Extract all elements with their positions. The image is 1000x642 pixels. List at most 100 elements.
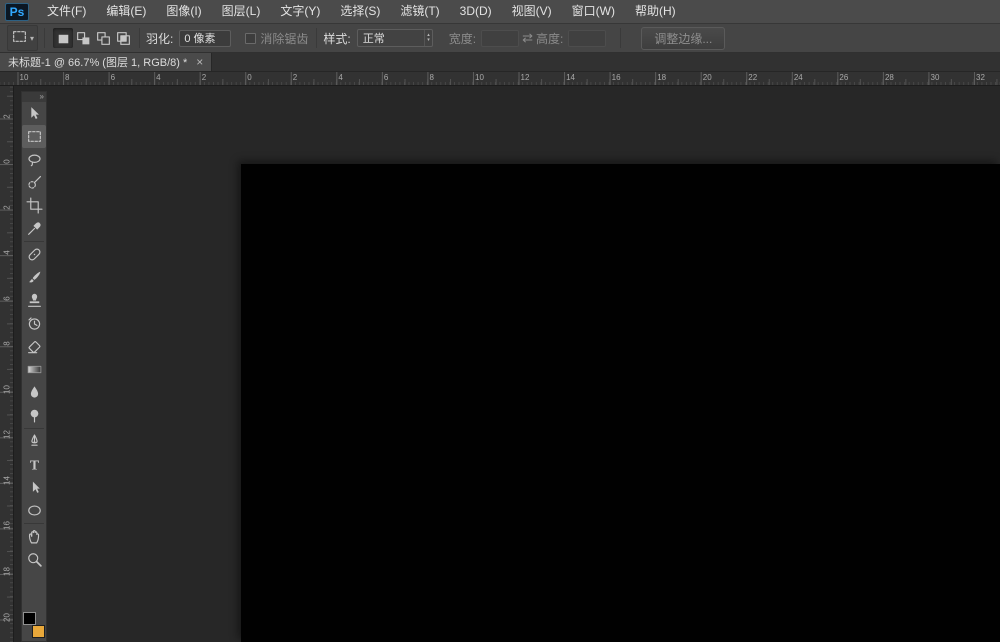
move-tool[interactable] — [22, 102, 46, 125]
divider — [620, 28, 621, 48]
stepper-icon[interactable]: ▴▾ — [424, 30, 432, 46]
vruler-label: 20 — [3, 609, 12, 625]
svg-text:T: T — [29, 457, 38, 472]
hruler-label: 24 — [794, 73, 803, 82]
document-tab-bar: 未标题-1 @ 66.7% (图层 1, RGB/8) * × — [0, 53, 1000, 72]
lasso-tool[interactable] — [22, 148, 46, 171]
options-bar: ▾ 羽化: 0 像素 消除锯齿 样式: 正常 ▴▾ 宽度: ⇄ 高度: 调整边缘… — [0, 24, 1000, 53]
vruler-label: 0 — [3, 154, 12, 170]
document-title: 未标题-1 @ 66.7% (图层 1, RGB/8) * — [8, 54, 187, 70]
marquee-tool-icon — [11, 28, 28, 48]
hruler-label: 16 — [612, 73, 621, 82]
menu-item-8[interactable]: 视图(V) — [502, 0, 562, 23]
vruler-label: 8 — [3, 336, 12, 352]
menu-bar: Ps 文件(F)编辑(E)图像(I)图层(L)文字(Y)选择(S)滤镜(T)3D… — [0, 0, 1000, 24]
vruler-label: 6 — [3, 290, 12, 306]
vruler-label: 4 — [3, 245, 12, 261]
refine-edge-button[interactable]: 调整边缘... — [641, 27, 725, 50]
gradient-tool[interactable] — [22, 358, 46, 381]
color-swatches — [23, 611, 45, 638]
menu-items: 文件(F)编辑(E)图像(I)图层(L)文字(Y)选择(S)滤镜(T)3D(D)… — [37, 0, 686, 23]
menu-item-0[interactable]: 文件(F) — [37, 0, 96, 23]
hruler-label: 0 — [247, 73, 251, 82]
hand-tool[interactable] — [22, 525, 46, 548]
hruler-label: 8 — [429, 73, 433, 82]
divider — [316, 28, 317, 48]
hruler-label: 6 — [384, 73, 388, 82]
hruler-label: 8 — [65, 73, 69, 82]
document-tab[interactable]: 未标题-1 @ 66.7% (图层 1, RGB/8) * × — [0, 53, 212, 71]
tab-close-icon[interactable]: × — [196, 57, 203, 68]
history-brush-tool[interactable] — [22, 312, 46, 335]
menu-item-5[interactable]: 选择(S) — [330, 0, 390, 23]
hruler-label: 14 — [566, 73, 575, 82]
ellipse-tool[interactable] — [22, 499, 46, 522]
vruler-label: 16 — [3, 518, 12, 534]
tools-panel: » T — [21, 91, 47, 642]
zoom-tool[interactable] — [22, 548, 46, 571]
toolbar-separator — [24, 241, 44, 242]
blur-tool[interactable] — [22, 381, 46, 404]
new-selection-button[interactable] — [53, 28, 73, 48]
style-dropdown[interactable]: 正常 ▴▾ — [357, 29, 433, 47]
menu-item-3[interactable]: 图层(L) — [212, 0, 271, 23]
height-label: 高度: — [536, 30, 563, 47]
hruler-label: 4 — [156, 73, 160, 82]
pen-tool[interactable] — [22, 430, 46, 453]
add-selection-button[interactable] — [73, 28, 93, 48]
spot-healing-brush-tool[interactable] — [22, 243, 46, 266]
collapse-toolbar-button[interactable]: » — [22, 92, 46, 102]
feather-input[interactable]: 0 像素 — [179, 30, 231, 47]
hruler-label: 2 — [202, 73, 206, 82]
eraser-tool[interactable] — [22, 335, 46, 358]
quick-selection-tool[interactable] — [22, 171, 46, 194]
dodge-tool[interactable] — [22, 404, 46, 427]
subtract-selection-button[interactable] — [93, 28, 113, 48]
eyedropper-tool[interactable] — [22, 217, 46, 240]
divider — [139, 28, 140, 48]
intersect-selection-button[interactable] — [113, 28, 133, 48]
antialias-checkbox[interactable] — [245, 33, 256, 44]
menu-item-2[interactable]: 图像(I) — [156, 0, 211, 23]
menu-item-4[interactable]: 文字(Y) — [270, 0, 330, 23]
rectangular-marquee-tool[interactable] — [22, 125, 46, 148]
tool-list: T — [22, 102, 46, 571]
style-value: 正常 — [363, 30, 385, 46]
crop-tool[interactable] — [22, 194, 46, 217]
clone-stamp-tool[interactable] — [22, 289, 46, 312]
hruler-label: 2 — [293, 73, 297, 82]
menu-item-9[interactable]: 窗口(W) — [562, 0, 625, 23]
foreground-color-swatch[interactable] — [23, 612, 36, 625]
divider — [44, 28, 45, 48]
horizontal-ruler[interactable]: 10864202468101214161820222426283032 — [0, 72, 1000, 86]
menu-item-10[interactable]: 帮助(H) — [625, 0, 686, 23]
app-window: Ps 文件(F)编辑(E)图像(I)图层(L)文字(Y)选择(S)滤镜(T)3D… — [0, 0, 1000, 642]
brush-tool[interactable] — [22, 266, 46, 289]
canvas-document[interactable] — [241, 164, 1000, 642]
toolbar-separator — [24, 523, 44, 524]
background-color-swatch[interactable] — [32, 625, 45, 638]
vertical-ruler[interactable]: 202468101214161820 — [0, 86, 14, 642]
tool-preset-dropdown[interactable]: ▾ — [7, 25, 38, 51]
photoshop-logo: Ps — [5, 3, 29, 21]
width-label: 宽度: — [449, 30, 476, 47]
menu-item-6[interactable]: 滤镜(T) — [390, 0, 449, 23]
hruler-label: 26 — [839, 73, 848, 82]
vruler-label: 12 — [3, 427, 12, 443]
vruler-label: 10 — [3, 381, 12, 397]
width-input[interactable] — [481, 30, 519, 47]
hruler-label: 32 — [976, 73, 985, 82]
menu-item-1[interactable]: 编辑(E) — [96, 0, 156, 23]
vruler-label: 2 — [3, 199, 12, 215]
swap-dimensions-icon[interactable]: ⇄ — [522, 30, 533, 46]
height-input[interactable] — [568, 30, 606, 47]
hruler-label: 22 — [748, 73, 757, 82]
type-tool[interactable]: T — [22, 453, 46, 476]
vruler-label: 2 — [3, 108, 12, 124]
toolbar-separator — [24, 428, 44, 429]
vruler-label: 14 — [3, 472, 12, 488]
path-selection-tool[interactable] — [22, 476, 46, 499]
feather-label: 羽化: — [146, 30, 173, 47]
vruler-label: 18 — [3, 564, 12, 580]
menu-item-7[interactable]: 3D(D) — [450, 0, 502, 23]
